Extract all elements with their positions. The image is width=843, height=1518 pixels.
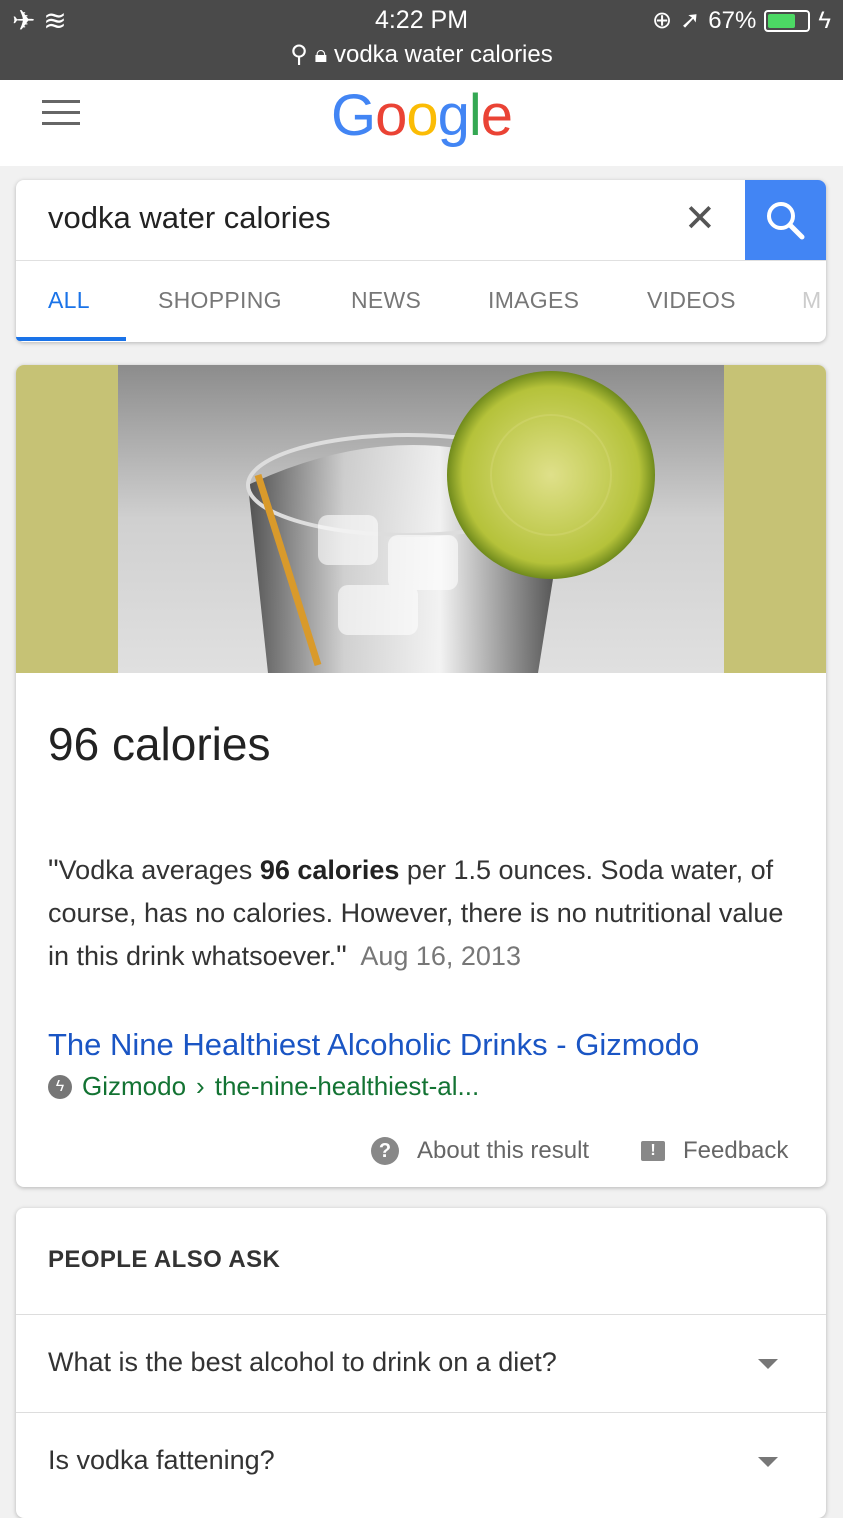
people-also-ask: PEOPLE ALSO ASK What is the best alcohol…	[16, 1208, 826, 1518]
search-tabs: ALL SHOPPING NEWS IMAGES VIDEOS M	[16, 261, 826, 342]
paa-question[interactable]: Is vodka fattening?	[16, 1412, 826, 1510]
paa-question-text: Is vodka fattening?	[48, 1445, 275, 1475]
search-input[interactable]: vodka water calories	[48, 200, 331, 236]
clear-icon[interactable]: ✕	[684, 196, 716, 241]
charging-icon: ϟ	[818, 6, 831, 34]
snippet-footer: ? About this result ! Feedback	[16, 1137, 826, 1177]
snippet-date: Aug 16, 2013	[360, 941, 521, 971]
address-bar[interactable]: ⚲ 🔒︎ vodka water calories	[0, 40, 843, 69]
chevron-down-icon	[758, 1359, 778, 1369]
tab-more[interactable]: M	[802, 287, 821, 314]
google-logo[interactable]: Google	[0, 82, 843, 149]
featured-snippet: 96 calories "Vodka averages 96 calories …	[16, 365, 826, 1187]
paa-question[interactable]: What is the best alcohol to drink on a d…	[16, 1314, 826, 1412]
address-text: vodka water calories	[333, 41, 553, 68]
chevron-down-icon	[758, 1457, 778, 1467]
feedback-icon: !	[641, 1141, 665, 1161]
status-bar: ✈ ︎≋ 4:22 PM ⊕ ➚ 67% ϟ ⚲ 🔒︎ vodka water …	[0, 0, 843, 80]
snippet-image-banner	[16, 365, 826, 673]
tab-news[interactable]: NEWS	[351, 287, 421, 314]
paa-question-text: What is the best alcohol to drink on a d…	[48, 1347, 557, 1377]
location-icon: ➚	[680, 7, 701, 34]
vodka-soda-photo[interactable]	[118, 365, 724, 673]
status-right-icons: ⊕ ➚ 67% ϟ	[652, 6, 831, 35]
paa-header: PEOPLE ALSO ASK	[48, 1246, 281, 1273]
about-label: About this result	[417, 1137, 590, 1164]
rotation-lock-icon: ⊕	[652, 7, 673, 34]
feedback-label: Feedback	[683, 1137, 789, 1164]
answer-title: 96 calories	[48, 718, 271, 770]
result-site: Gizmodo	[82, 1071, 187, 1101]
amp-bolt-icon: ϟ	[48, 1074, 72, 1099]
google-header: Google	[0, 80, 843, 166]
active-tab-indicator	[16, 337, 126, 341]
search-button[interactable]	[745, 180, 826, 260]
tab-images[interactable]: IMAGES	[488, 287, 579, 314]
tab-videos[interactable]: VIDEOS	[647, 287, 736, 314]
result-url[interactable]: ϟ Gizmodo › the-nine-healthiest-al...	[48, 1071, 479, 1102]
lock-icon: 🔒︎	[314, 41, 328, 68]
search-icon: ⚲	[290, 41, 308, 68]
tab-all[interactable]: ALL	[48, 287, 90, 314]
about-this-result[interactable]: ? About this result	[371, 1137, 589, 1165]
result-link[interactable]: The Nine Healthiest Alcoholic Drinks - G…	[48, 1027, 699, 1063]
result-path: the-nine-healthiest-al...	[214, 1071, 480, 1101]
search-box: vodka water calories ✕ ALL SHOPPING NEWS…	[16, 180, 826, 342]
snippet-text: "Vodka averages 96 calories per 1.5 ounc…	[48, 854, 784, 973]
help-icon: ?	[371, 1137, 399, 1165]
battery-percent: 67%	[708, 6, 757, 34]
tab-shopping[interactable]: SHOPPING	[158, 287, 282, 314]
search-icon	[767, 202, 805, 240]
feedback-button[interactable]: ! Feedback	[641, 1137, 788, 1165]
battery-icon	[764, 9, 811, 32]
